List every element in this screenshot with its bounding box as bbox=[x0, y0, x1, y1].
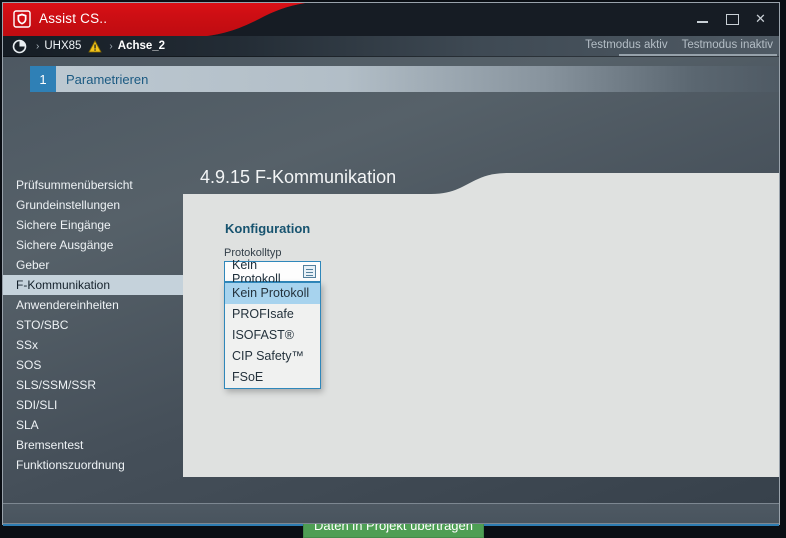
sidebar-item-geber[interactable]: Geber bbox=[3, 255, 183, 275]
status-bar bbox=[3, 503, 779, 524]
sidebar-item-sto-sbc[interactable]: STO/SBC bbox=[3, 315, 183, 335]
sidebar-item-sichere-eingaenge[interactable]: Sichere Eingänge bbox=[3, 215, 183, 235]
protocol-type-dropdown[interactable]: Kein Protokoll bbox=[224, 258, 321, 286]
sidebar-item-sdi-sli[interactable]: SDI/SLI bbox=[3, 395, 183, 415]
sidebar-nav: Prüfsummenübersicht Grundeinstellungen S… bbox=[3, 175, 183, 475]
step-label[interactable]: Parametrieren bbox=[56, 66, 779, 92]
option-profisafe[interactable]: PROFIsafe bbox=[225, 304, 320, 325]
minimize-button[interactable] bbox=[696, 13, 709, 24]
content-panel: Konfiguration Protokolltyp Kein Protokol… bbox=[183, 173, 779, 477]
protocol-options-list: Kein Protokoll PROFIsafe ISOFAST® CIP Sa… bbox=[224, 282, 321, 389]
testmode-switch: Testmodus aktiv Testmodus inaktiv bbox=[585, 39, 773, 51]
breadcrumb: › UHX85 › Achse_2 Testmodus aktiv Testmo… bbox=[3, 36, 779, 57]
sidebar-item-sla[interactable]: SLA bbox=[3, 415, 183, 435]
device-status-icon[interactable] bbox=[12, 39, 27, 54]
title-bar: Assist CS.. ✕ bbox=[3, 3, 779, 36]
option-cip-safety[interactable]: CIP Safety™ bbox=[225, 346, 320, 367]
sidebar-item-anwendereinheiten[interactable]: Anwendereinheiten bbox=[3, 295, 183, 315]
option-kein-protokoll[interactable]: Kein Protokoll bbox=[225, 283, 320, 304]
shield-logo-icon bbox=[13, 10, 31, 28]
warning-icon bbox=[88, 39, 103, 52]
step-bar: 1 Parametrieren bbox=[30, 66, 779, 92]
sidebar-item-grundeinstellungen[interactable]: Grundeinstellungen bbox=[3, 195, 183, 215]
sidebar-item-bremsentest[interactable]: Bremsentest bbox=[3, 435, 183, 455]
sidebar-item-pruefsummenuebersicht[interactable]: Prüfsummenübersicht bbox=[3, 175, 183, 195]
app-window: Assist CS.. ✕ › UHX85 › Achse_2 Testmodu… bbox=[2, 2, 780, 538]
sidebar-item-f-kommunikation[interactable]: F-Kommunikation bbox=[3, 275, 183, 295]
option-fsoe[interactable]: FSoE bbox=[225, 367, 320, 388]
close-button[interactable]: ✕ bbox=[754, 12, 767, 25]
breadcrumb-device[interactable]: UHX85 bbox=[44, 40, 81, 52]
sidebar-item-ssx[interactable]: SSx bbox=[3, 335, 183, 355]
step-number-badge: 1 bbox=[30, 66, 56, 92]
sidebar-item-sichere-ausgaenge[interactable]: Sichere Ausgänge bbox=[3, 235, 183, 255]
sidebar-item-sls-ssm-ssr[interactable]: SLS/SSM/SSR bbox=[3, 375, 183, 395]
testmode-underline bbox=[619, 54, 777, 56]
sidebar-item-funktionszuordnung[interactable]: Funktionszuordnung bbox=[3, 455, 183, 475]
testmode-active-link[interactable]: Testmodus aktiv bbox=[585, 39, 667, 51]
sidebar-item-sos[interactable]: SOS bbox=[3, 355, 183, 375]
breadcrumb-axis[interactable]: Achse_2 bbox=[118, 40, 165, 52]
app-title: Assist CS.. bbox=[39, 11, 108, 26]
breadcrumb-separator: › bbox=[109, 40, 113, 52]
section-title: Konfiguration bbox=[225, 221, 311, 236]
breadcrumb-separator: › bbox=[36, 40, 40, 52]
testmode-inactive-link[interactable]: Testmodus inaktiv bbox=[682, 39, 773, 51]
maximize-button[interactable] bbox=[725, 13, 739, 25]
dropdown-list-icon bbox=[303, 265, 316, 278]
main-area: 1 Parametrieren Prüfsummenübersicht Grun… bbox=[3, 57, 779, 538]
option-isofast[interactable]: ISOFAST® bbox=[225, 325, 320, 346]
